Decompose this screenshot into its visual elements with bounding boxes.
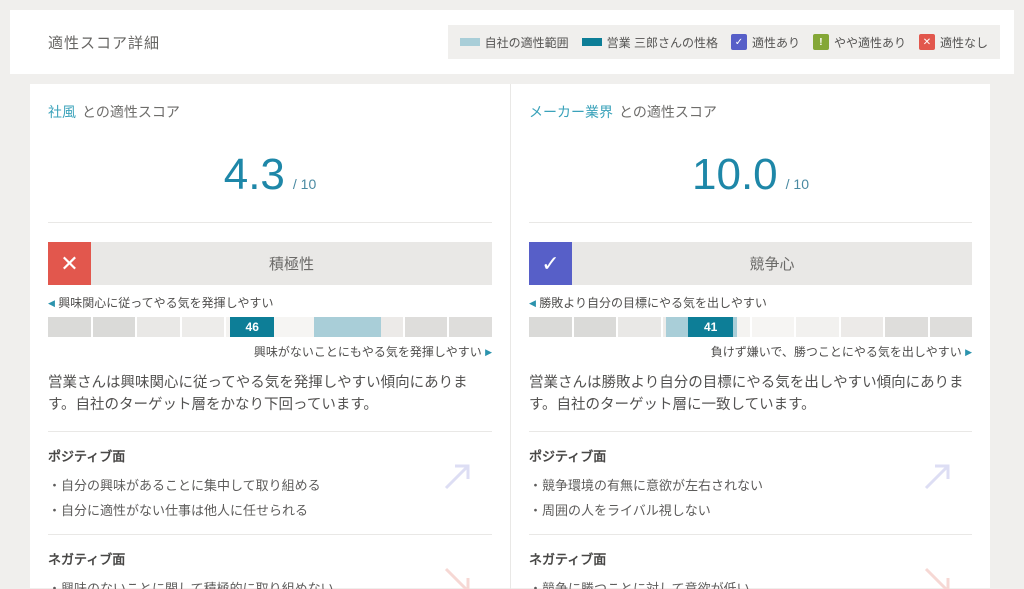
legend-item-somewhat-fit: ! やや適性あり: [813, 34, 906, 51]
negative-item: ・競争に勝つことに対して意欲が低い: [529, 576, 972, 589]
bar-right-label: 負けず嫌いで、勝つことにやる気を出しやすい: [711, 345, 962, 359]
trait-description: 営業さんは勝敗より自分の目標にやる気を出しやすい傾向にあります。自社のターゲット…: [529, 372, 972, 417]
top-bar: 適性スコア詳細 自社の適性範囲 営業 三郎さんの性格 ✓ 適性あり ! やや適性…: [10, 10, 1014, 74]
subject-link[interactable]: 社風: [48, 104, 76, 120]
score-denominator: / 10: [293, 176, 316, 192]
legend-label: やや適性あり: [834, 34, 906, 51]
trait-score-bar: 46: [48, 317, 492, 337]
no-fit-x-icon: ✕: [48, 242, 91, 285]
bar-left-label: 興味関心に従ってやる気を発揮しやすい: [58, 296, 273, 310]
bar-cell: [618, 317, 661, 337]
right-triangle-icon: ▶: [965, 347, 972, 357]
score-detail-panels: 社風との適性スコア 4.3/ 10 ✕ 積極性 ◀ 興味関心に従ってやる気を発揮…: [30, 84, 990, 588]
divider: [529, 222, 972, 223]
trait-header: ✕ 積極性: [48, 242, 492, 285]
trait-description: 営業さんは興味関心に従ってやる気を発揮しやすい傾向にあります。自社のターゲット層…: [48, 372, 492, 417]
bar-cell: [752, 317, 795, 337]
positive-section: ポジティブ面 ・競争環境の有無に意欲が左右されない ・周囲の人をライバル視しない: [529, 432, 972, 534]
bar-right-caption: 負けず嫌いで、勝つことにやる気を出しやすい ▶: [529, 343, 972, 360]
up-right-arrow-icon: [920, 460, 954, 499]
bar-cell: [405, 317, 448, 337]
positive-item: ・競争環境の有無に意欲が左右されない: [529, 473, 972, 498]
bar-cell: [796, 317, 839, 337]
bar-cell: [182, 317, 225, 337]
bar-left-caption: ◀ 勝敗より自分の目標にやる気を出しやすい: [529, 294, 972, 311]
positive-title: ポジティブ面: [48, 446, 492, 465]
legend-label: 営業 三郎さんの性格: [607, 34, 718, 51]
down-right-arrow-icon: [920, 563, 954, 589]
panel-subtitle: メーカー業界との適性スコア: [529, 102, 972, 122]
check-icon: ✓: [731, 34, 747, 50]
fit-check-icon: ✓: [529, 242, 572, 285]
person-swatch: [582, 38, 602, 46]
negative-section: ネガティブ面 ・興味のないことに関して積極的に取り組めない ・業務のより好みがあ…: [48, 535, 492, 589]
trait-name: 競争心: [572, 242, 972, 285]
bar-cell: [885, 317, 928, 337]
score-denominator: / 10: [786, 176, 809, 192]
negative-title: ネガティブ面: [48, 549, 492, 568]
panel-culture-fit: 社風との適性スコア 4.3 / 10 ✕ 積極性 ◀ 興味関心に従ってやる気を発揮…: [30, 84, 510, 589]
legend-item-company-range: 自社の適性範囲: [460, 34, 569, 51]
legend-item-no-fit: ✕ 適性なし: [919, 34, 988, 51]
down-right-arrow-icon: [440, 563, 474, 589]
x-icon: ✕: [919, 34, 935, 50]
panel-subtitle: 社風との適性スコア: [48, 102, 492, 122]
bar-right-caption: 興味がないことにもやる気を発揮しやすい ▶: [48, 343, 492, 360]
legend-item-person: 営業 三郎さんの性格: [582, 34, 718, 51]
positive-item: ・自分に適性がない仕事は他人に任せられる: [48, 498, 492, 523]
trait-name: 積極性: [91, 242, 492, 285]
legend-label: 適性なし: [940, 34, 988, 51]
score-value: 4.3: [224, 150, 285, 199]
score-display: 10.0 / 10: [529, 150, 972, 200]
bar-cell: [529, 317, 572, 337]
right-triangle-icon: ▶: [485, 347, 492, 357]
trait-score-bar: 41: [529, 317, 972, 337]
person-score-marker: 41: [688, 317, 732, 337]
subtitle-suffix: との適性スコア: [82, 104, 180, 120]
bar-cell: [48, 317, 91, 337]
score-value: 10.0: [692, 150, 778, 199]
bar-right-label: 興味がないことにもやる気を発揮しやすい: [254, 345, 482, 359]
bar-left-label: 勝敗より自分の目標にやる気を出しやすい: [539, 296, 767, 310]
up-right-arrow-icon: [440, 460, 474, 499]
panel-industry-fit: メーカー業界との適性スコア 10.0 / 10 ✓ 競争心 ◀ 勝敗より自分の目標…: [510, 84, 990, 589]
positive-item: ・自分の興味があることに集中して取り組める: [48, 473, 492, 498]
score-display: 4.3 / 10: [48, 150, 492, 200]
bar-cell: [449, 317, 492, 337]
bar-cell: [930, 317, 973, 337]
legend-item-fit: ✓ 適性あり: [731, 34, 800, 51]
negative-section: ネガティブ面 ・競争に勝つことに対して意欲が低い ・競争環境下では力を発揮できな…: [529, 535, 972, 589]
subtitle-suffix: との適性スコア: [619, 104, 717, 120]
legend-label: 自社の適性範囲: [485, 34, 569, 51]
exclamation-icon: !: [813, 34, 829, 50]
bar-cell: [137, 317, 180, 337]
positive-item: ・周囲の人をライバル視しない: [529, 498, 972, 523]
bar-cell: [271, 317, 314, 337]
trait-header: ✓ 競争心: [529, 242, 972, 285]
subject-link[interactable]: メーカー業界: [529, 104, 613, 120]
negative-item: ・興味のないことに関して積極的に取り組めない: [48, 576, 492, 589]
positive-section: ポジティブ面 ・自分の興味があることに集中して取り組める ・自分に適性がない仕事…: [48, 432, 492, 534]
page-title: 適性スコア詳細: [48, 32, 160, 53]
bar-cell: [574, 317, 617, 337]
person-score-marker: 46: [230, 317, 274, 337]
legend-label: 適性あり: [752, 34, 800, 51]
left-triangle-icon: ◀: [48, 298, 55, 308]
positive-title: ポジティブ面: [529, 446, 972, 465]
left-triangle-icon: ◀: [529, 298, 536, 308]
company-range-overlay: [314, 317, 381, 337]
bar-cell: [841, 317, 884, 337]
bar-left-caption: ◀ 興味関心に従ってやる気を発揮しやすい: [48, 294, 492, 311]
bar-cell: [93, 317, 136, 337]
legend: 自社の適性範囲 営業 三郎さんの性格 ✓ 適性あり ! やや適性あり ✕ 適性な…: [448, 25, 1000, 59]
company-range-swatch: [460, 38, 480, 46]
negative-title: ネガティブ面: [529, 549, 972, 568]
divider: [48, 222, 492, 223]
